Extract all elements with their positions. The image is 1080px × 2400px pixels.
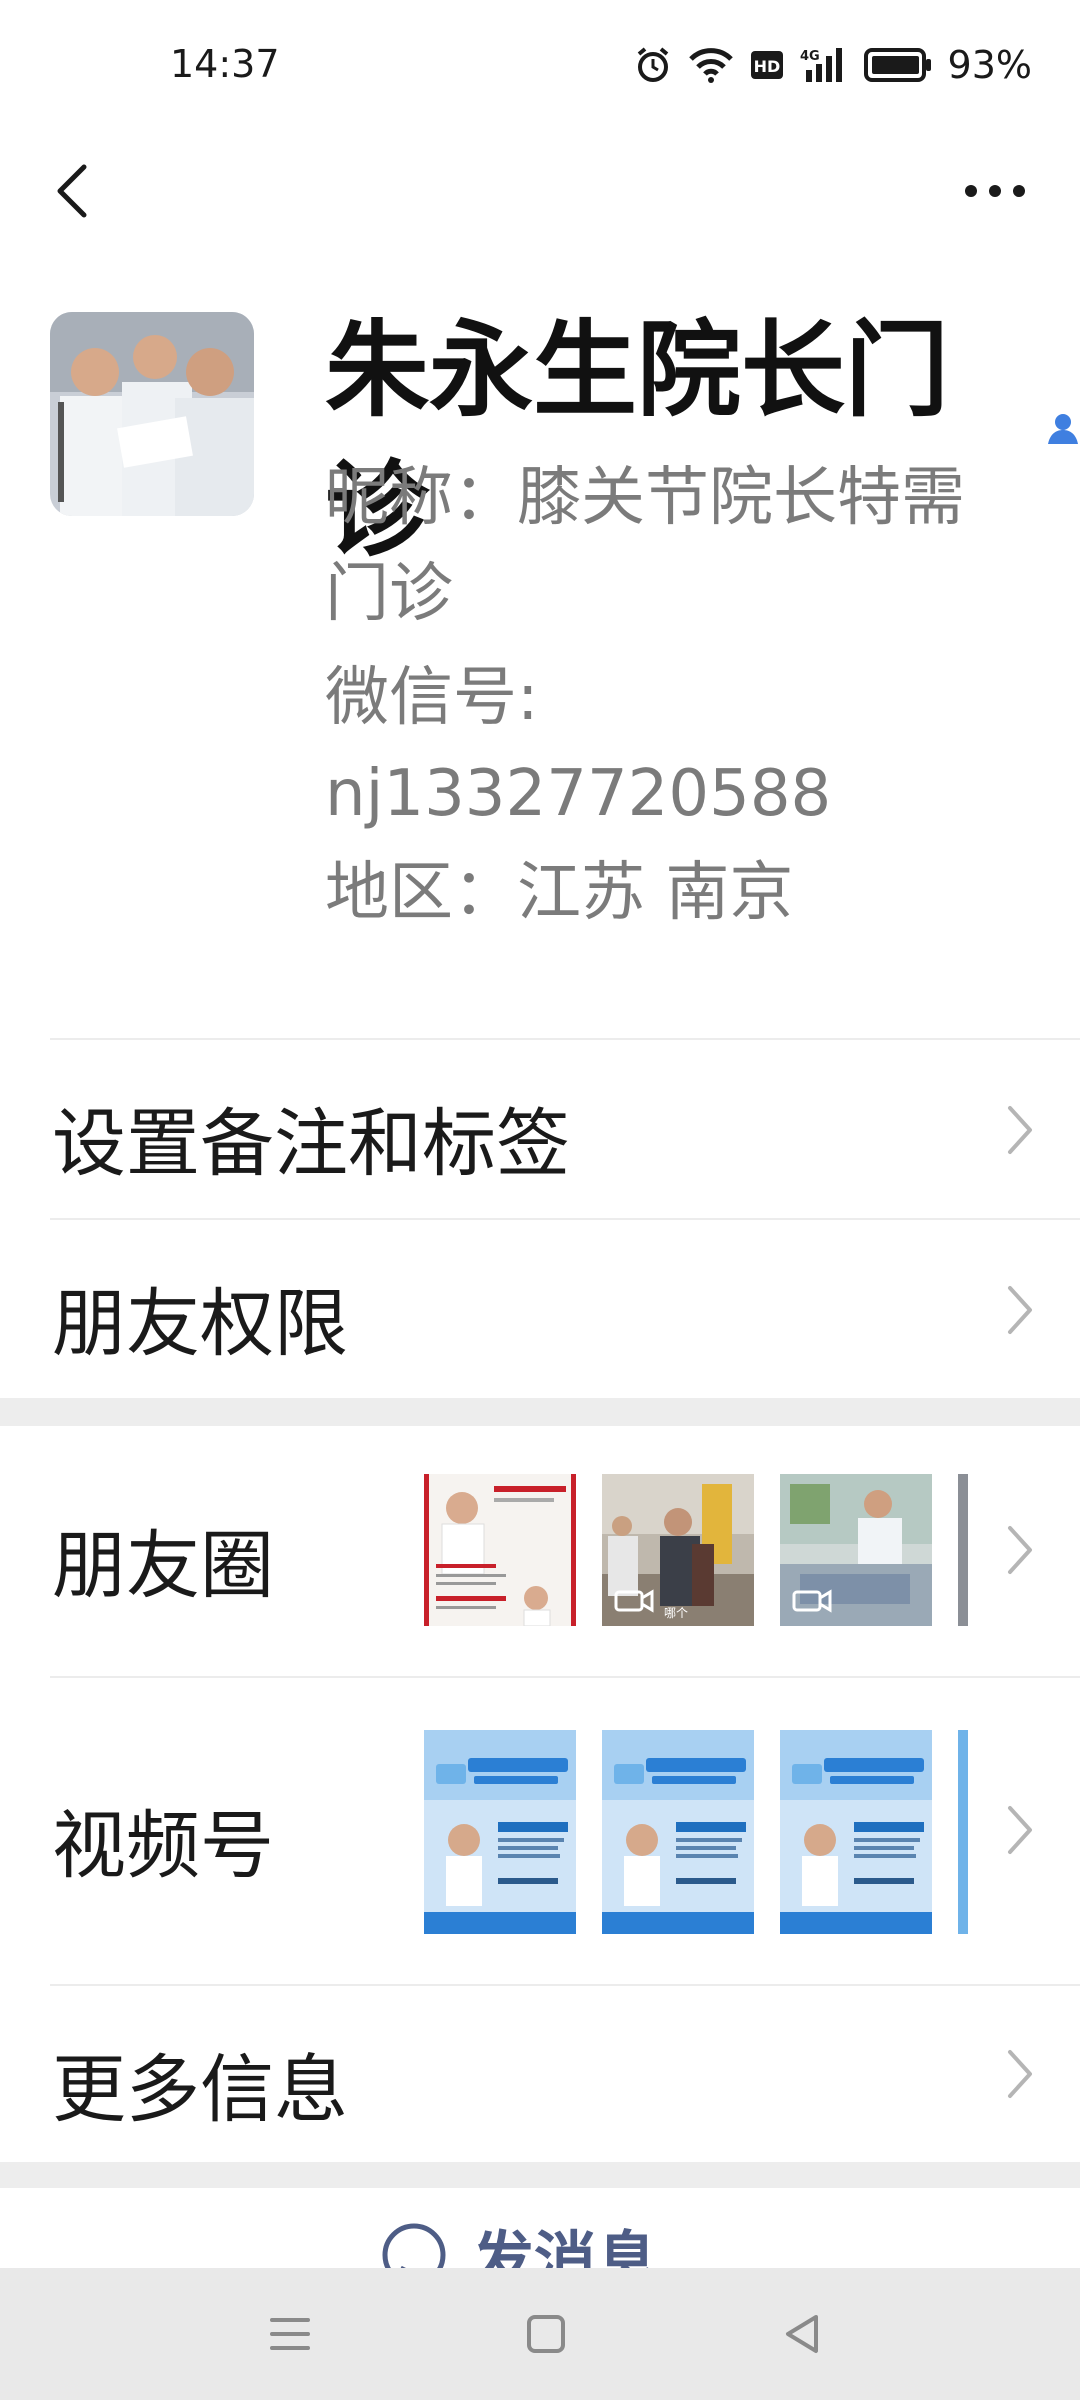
row-friend-permissions-label: 朋友权限 <box>52 1281 348 1367</box>
row-friend-permissions[interactable]: 朋友权限 <box>0 1220 1080 1398</box>
wechat-id: 微信号: nj13327720588 <box>325 650 1005 842</box>
status-icons: HD 4G 93% <box>634 40 1032 90</box>
channel-thumb[interactable] <box>602 1730 754 1934</box>
channel-thumb[interactable] <box>780 1730 932 1934</box>
alarm-icon <box>634 46 672 84</box>
hd-icon: HD <box>750 50 784 80</box>
status-time: 14:37 <box>170 42 280 86</box>
nickname-line-2: 门诊 <box>325 557 453 631</box>
row-channels[interactable]: 视频号 <box>0 1678 1080 1984</box>
wifi-icon <box>688 46 734 84</box>
back-triangle-icon <box>786 2315 818 2353</box>
home-button[interactable] <box>518 2306 574 2362</box>
chevron-right-icon <box>1008 1526 1032 1574</box>
home-square-icon <box>527 2315 565 2353</box>
avatar[interactable] <box>50 312 254 516</box>
svg-text:4G: 4G <box>800 49 820 64</box>
row-moments-label: 朋友圈 <box>52 1523 274 1609</box>
top-nav <box>0 130 1080 250</box>
moments-thumb-poster[interactable] <box>424 1474 576 1626</box>
more-dots-icon <box>965 185 1025 197</box>
moments-thumb-video[interactable] <box>780 1474 932 1626</box>
channel-thumb[interactable] <box>424 1730 576 1934</box>
region: 地区：江苏 南京 <box>325 856 794 930</box>
moments-thumb-partial <box>958 1474 968 1626</box>
svg-text:HD: HD <box>753 57 780 76</box>
row-remark-tags[interactable]: 设置备注和标签 <box>0 1040 1080 1218</box>
moments-thumb-caption: 哪个 <box>664 1606 689 1620</box>
menu-lines-icon <box>270 2318 310 2350</box>
wechat-id-label: 微信号: <box>325 661 539 735</box>
channel-thumb-partial <box>958 1730 968 1934</box>
nickname: 昵称：膝关节院长特需 门诊 <box>325 450 1005 642</box>
wechat-id-value: nj13327720588 <box>325 757 832 831</box>
recent-apps-button[interactable] <box>262 2306 318 2362</box>
send-message-button[interactable]: 发消息 <box>0 2180 1080 2270</box>
row-channels-label: 视频号 <box>52 1803 274 1889</box>
moments-thumbnails: 哪个 <box>424 1474 970 1626</box>
system-nav-bar <box>0 2268 1080 2400</box>
battery-percent: 93% <box>947 43 1032 87</box>
chevron-right-icon <box>1008 1286 1032 1334</box>
row-remark-tags-label: 设置备注和标签 <box>52 1101 570 1187</box>
battery-icon <box>863 48 932 82</box>
row-moments[interactable]: 朋友圈 哪个 <box>0 1426 1080 1676</box>
chat-bubble-icon <box>382 2223 446 2270</box>
chevron-left-icon <box>57 164 87 218</box>
nickname-line-1: 昵称：膝关节院长特需 <box>325 461 965 535</box>
back-button[interactable] <box>36 156 106 226</box>
status-bar: 14:37 HD 4G 93% <box>0 0 1080 130</box>
send-message-label: 发消息 <box>472 2224 659 2270</box>
moments-thumb-video[interactable]: 哪个 <box>602 1474 754 1626</box>
chevron-right-icon <box>1008 1106 1032 1154</box>
more-button[interactable] <box>950 156 1040 226</box>
row-more-info-label: 更多信息 <box>52 2047 348 2133</box>
section-gap <box>0 1398 1080 1426</box>
chevron-right-icon <box>1008 1806 1032 1854</box>
chevron-right-icon <box>1008 2050 1032 2098</box>
back-nav-button[interactable] <box>774 2306 830 2362</box>
send-message-content: 发消息 <box>380 2210 658 2270</box>
contact-person-icon <box>1046 411 1080 449</box>
channels-thumbnails <box>424 1730 970 1934</box>
4g-signal-icon: 4G <box>800 46 848 84</box>
row-more-info[interactable]: 更多信息 <box>0 1986 1080 2162</box>
